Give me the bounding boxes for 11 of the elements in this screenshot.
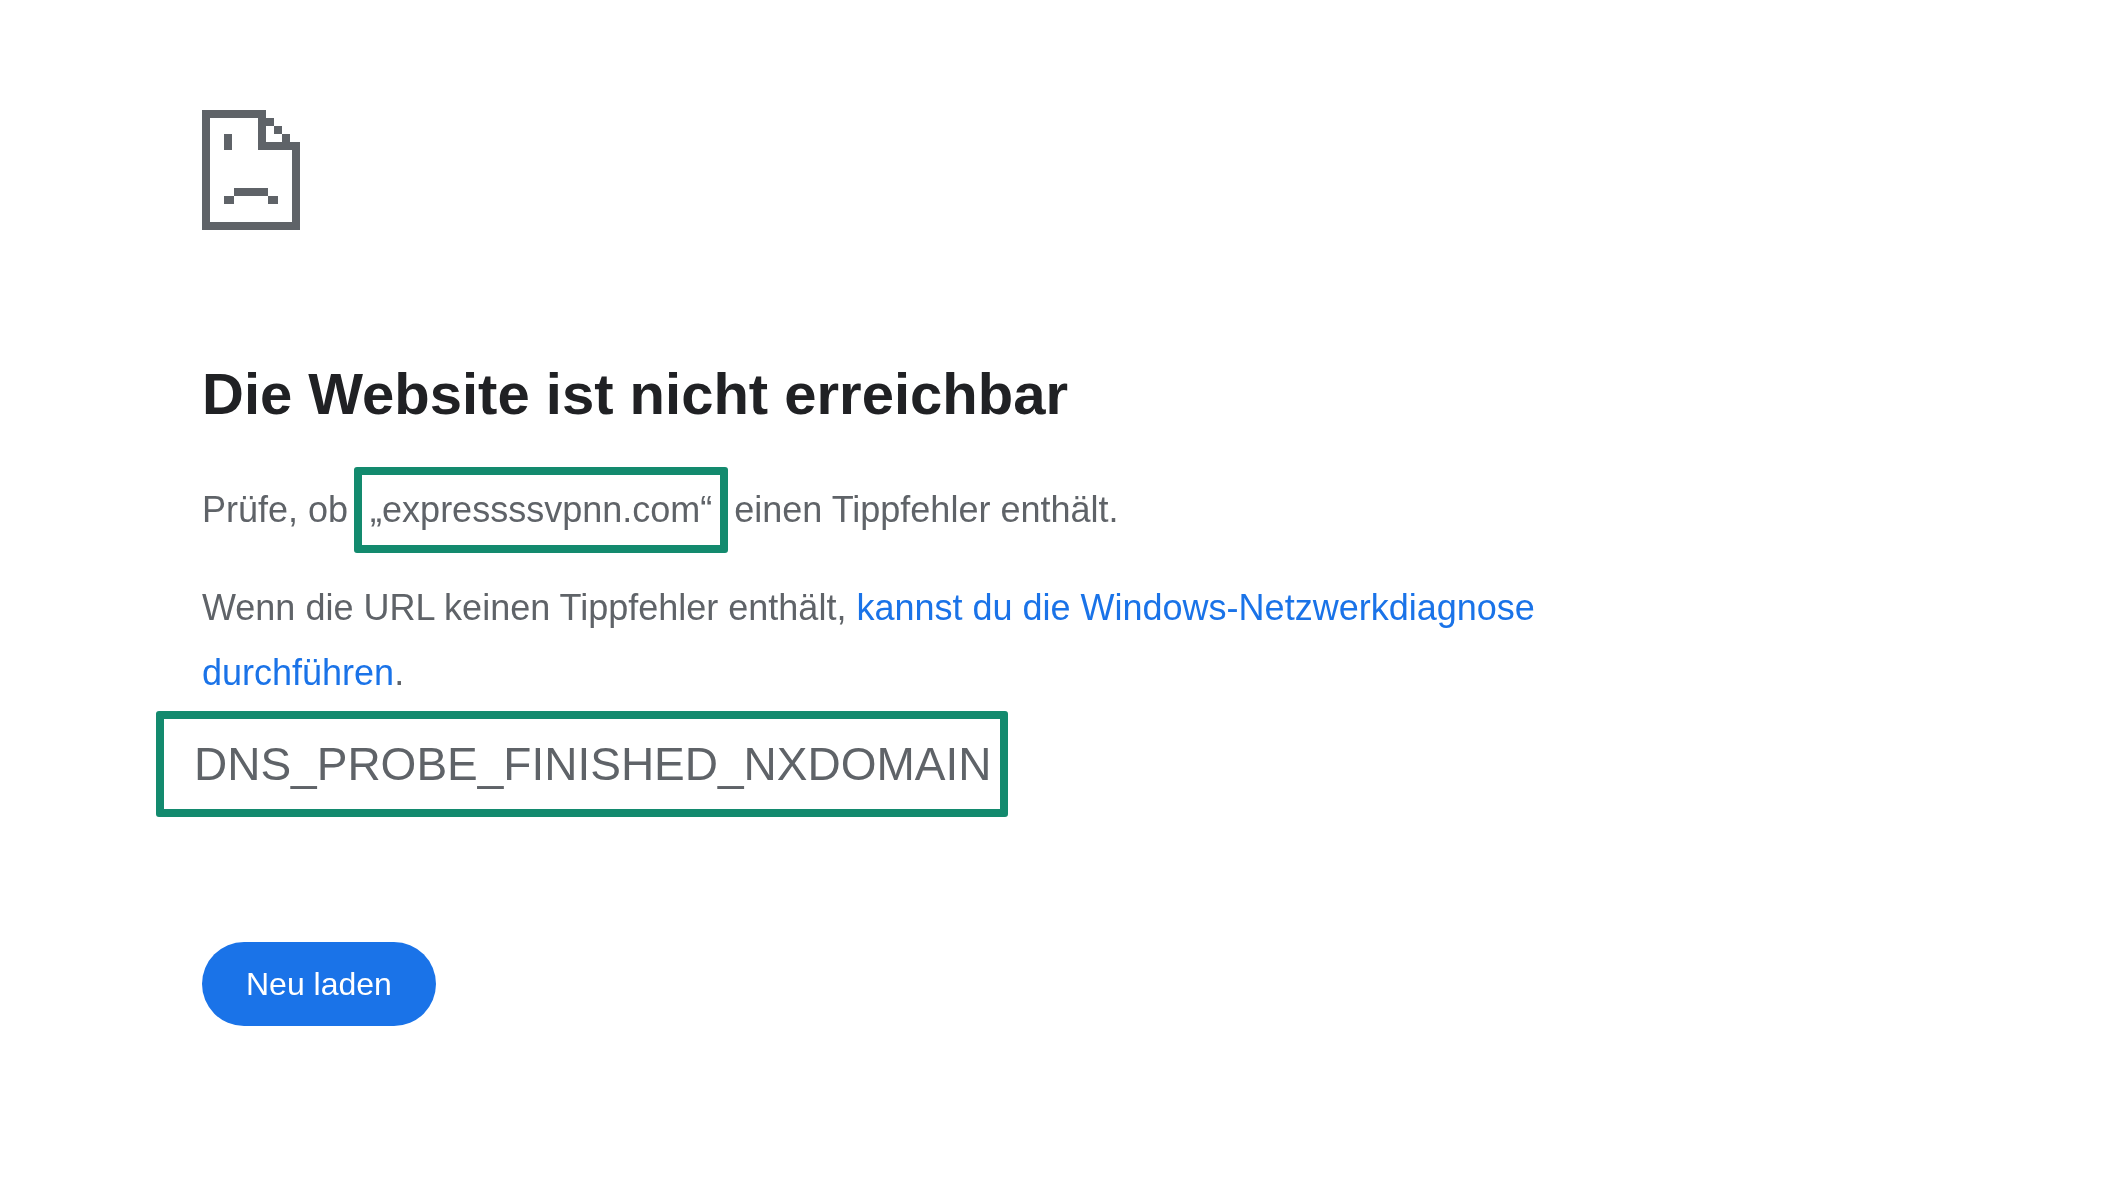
hint-text: . (394, 652, 405, 693)
reload-button[interactable]: Neu laden (202, 942, 436, 1026)
check-text: Prüfe, ob (202, 489, 349, 531)
hint-text: Wenn die URL keinen Tippfehler enthält, (202, 587, 847, 628)
page-heading: Die Website ist nicht erreichbar (202, 360, 1068, 427)
error-code: DNS_PROBE_FINISHED_NXDOMAIN (156, 711, 1008, 817)
diagnose-link[interactable]: kannst du die Windows-Netzwerkdiagnose (856, 587, 1535, 628)
sad-page-icon (202, 110, 300, 230)
diagnose-link[interactable]: durchführen (202, 652, 395, 693)
domain-highlight: „expressssvpnn.com“ (354, 467, 729, 553)
check-text: einen Tippfehler enthält. (734, 489, 1119, 531)
